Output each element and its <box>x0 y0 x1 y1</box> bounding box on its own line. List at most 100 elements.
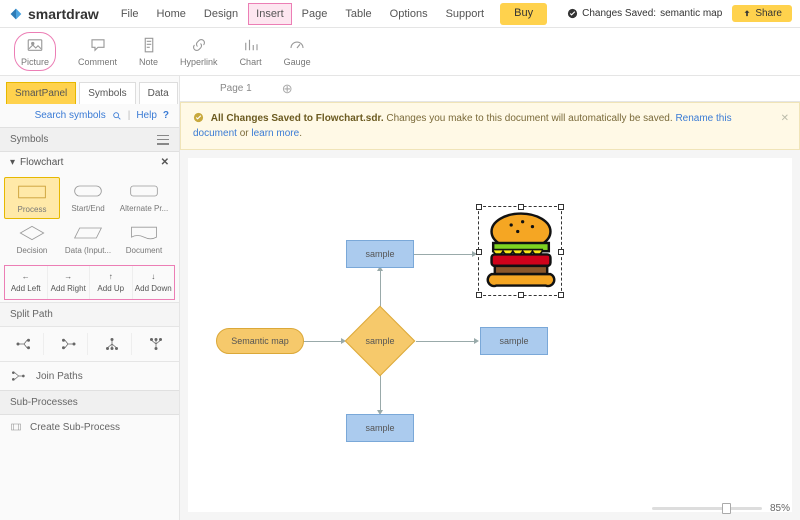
banner-close[interactable]: ✕ <box>781 111 789 126</box>
split-three-down[interactable] <box>92 333 132 355</box>
split-two-left[interactable] <box>48 333 88 355</box>
page-tab-1[interactable]: Page 1 <box>220 83 252 94</box>
zoom-value: 85% <box>770 503 790 514</box>
selection-handle[interactable] <box>476 292 482 298</box>
tool-gauge[interactable]: Gauge <box>284 36 311 67</box>
menu-file[interactable]: File <box>113 3 147 25</box>
sub-process-icon <box>10 421 22 433</box>
save-status-prefix: Changes Saved: <box>582 8 656 19</box>
join-paths-label[interactable]: Join Paths <box>36 371 83 382</box>
sub-processes-header: Sub-Processes <box>0 390 179 415</box>
sidebar: SmartPanel Symbols Data ✕ Search symbols… <box>0 76 180 520</box>
gauge-icon <box>288 36 306 54</box>
tab-smartpanel[interactable]: SmartPanel <box>6 82 76 104</box>
selection-handle[interactable] <box>518 292 524 298</box>
logo-icon <box>8 6 24 22</box>
help-icon[interactable]: ? <box>163 110 169 121</box>
check-circle-icon <box>567 8 578 19</box>
tab-symbols[interactable]: Symbols <box>79 82 135 104</box>
zoom-thumb[interactable] <box>722 503 731 514</box>
inserted-picture-selection[interactable] <box>478 206 562 296</box>
category-name[interactable]: Flowchart <box>20 157 63 168</box>
split-three-up[interactable] <box>136 333 175 355</box>
tool-picture-label: Picture <box>21 57 49 67</box>
node-right[interactable]: sample <box>480 327 548 355</box>
shape-decision[interactable]: Decision <box>4 219 60 259</box>
comment-icon <box>89 36 107 54</box>
tool-hyperlink[interactable]: Hyperlink <box>180 36 218 67</box>
node-start[interactable]: Semantic map <box>216 328 304 354</box>
check-icon <box>193 112 204 123</box>
app-name: smartdraw <box>28 6 99 22</box>
selection-handle[interactable] <box>476 204 482 210</box>
shape-document[interactable]: Document <box>116 219 172 259</box>
tool-note[interactable]: Note <box>139 36 158 67</box>
buy-button[interactable]: Buy <box>500 3 547 25</box>
share-icon <box>742 9 752 19</box>
tool-picture[interactable]: Picture <box>14 32 56 71</box>
add-left-button[interactable]: ←Add Left <box>5 266 48 299</box>
shape-altproc[interactable]: Alternate Pr... <box>116 177 172 219</box>
selection-handle[interactable] <box>518 204 524 210</box>
add-up-button[interactable]: ↑Add Up <box>90 266 133 299</box>
share-button[interactable]: Share <box>732 5 792 22</box>
node-top[interactable]: sample <box>346 240 414 268</box>
menu-page[interactable]: Page <box>294 3 336 25</box>
selection-handle[interactable] <box>558 292 564 298</box>
category-close[interactable]: ✕ <box>161 157 169 168</box>
node-decision[interactable]: sample <box>345 306 415 376</box>
add-page-button[interactable]: ⊕ <box>282 81 293 97</box>
shape-process-label: Process <box>18 205 47 214</box>
selection-handle[interactable] <box>558 204 564 210</box>
node-bottom[interactable]: sample <box>346 414 414 442</box>
create-sub-label: Create Sub-Process <box>30 422 120 433</box>
search-icon[interactable] <box>112 111 122 121</box>
menu-options[interactable]: Options <box>382 3 436 25</box>
tool-comment[interactable]: Comment <box>78 36 117 67</box>
add-direction-row: ←Add Left →Add Right ↑Add Up ↓Add Down <box>4 265 175 300</box>
split-two-right[interactable] <box>4 333 44 355</box>
zoom-control: 85% <box>652 503 790 514</box>
symbols-menu-icon[interactable] <box>157 135 169 145</box>
add-down-button[interactable]: ↓Add Down <box>133 266 175 299</box>
zoom-slider[interactable] <box>652 507 762 510</box>
category-caret-icon[interactable]: ▾ <box>10 157 15 168</box>
arrow <box>303 341 343 342</box>
menu-home[interactable]: Home <box>149 3 194 25</box>
tool-gauge-label: Gauge <box>284 57 311 67</box>
shape-startend[interactable]: Start/End <box>60 177 116 219</box>
shape-document-label: Document <box>126 246 162 255</box>
menu-table[interactable]: Table <box>337 3 379 25</box>
burger-image <box>479 207 563 297</box>
save-banner: All Changes Saved to Flowchart.sdr. Chan… <box>180 102 800 150</box>
join-paths-icon <box>10 370 26 382</box>
arrow-up-icon: ↑ <box>109 272 113 281</box>
app-logo[interactable]: smartdraw <box>8 6 99 22</box>
selection-handle[interactable] <box>558 249 564 255</box>
search-symbols-link[interactable]: Search symbols <box>35 110 106 121</box>
help-link[interactable]: Help <box>136 110 157 121</box>
tab-data[interactable]: Data <box>139 82 178 104</box>
canvas[interactable]: Semantic map sample sample sample sample <box>188 158 792 512</box>
canvas-area: Page 1 ⊕ All Changes Saved to Flowchart.… <box>180 76 800 520</box>
add-right-button[interactable]: →Add Right <box>48 266 91 299</box>
menu-support[interactable]: Support <box>438 3 493 25</box>
banner-text: Changes you make to this document will a… <box>384 113 676 124</box>
selection-handle[interactable] <box>476 249 482 255</box>
menu-insert[interactable]: Insert <box>248 3 292 25</box>
shape-process[interactable]: Process <box>4 177 60 219</box>
shape-datainput[interactable]: Data (Input... <box>60 219 116 259</box>
save-status-name: semantic map <box>660 8 722 19</box>
tool-comment-label: Comment <box>78 57 117 67</box>
arrow <box>380 374 381 412</box>
save-status: Changes Saved: semantic map <box>567 8 722 19</box>
menu-design[interactable]: Design <box>196 3 246 25</box>
arrow-left-icon: ← <box>22 272 30 281</box>
tool-chart[interactable]: Chart <box>240 36 262 67</box>
banner-learn-link[interactable]: learn more <box>251 128 299 139</box>
arrow-down-icon: ↓ <box>151 272 155 281</box>
shape-decision-label: Decision <box>17 246 48 255</box>
note-icon <box>140 36 158 54</box>
create-sub-process[interactable]: Create Sub-Process <box>0 415 179 439</box>
symbols-header: Symbols <box>10 134 48 145</box>
